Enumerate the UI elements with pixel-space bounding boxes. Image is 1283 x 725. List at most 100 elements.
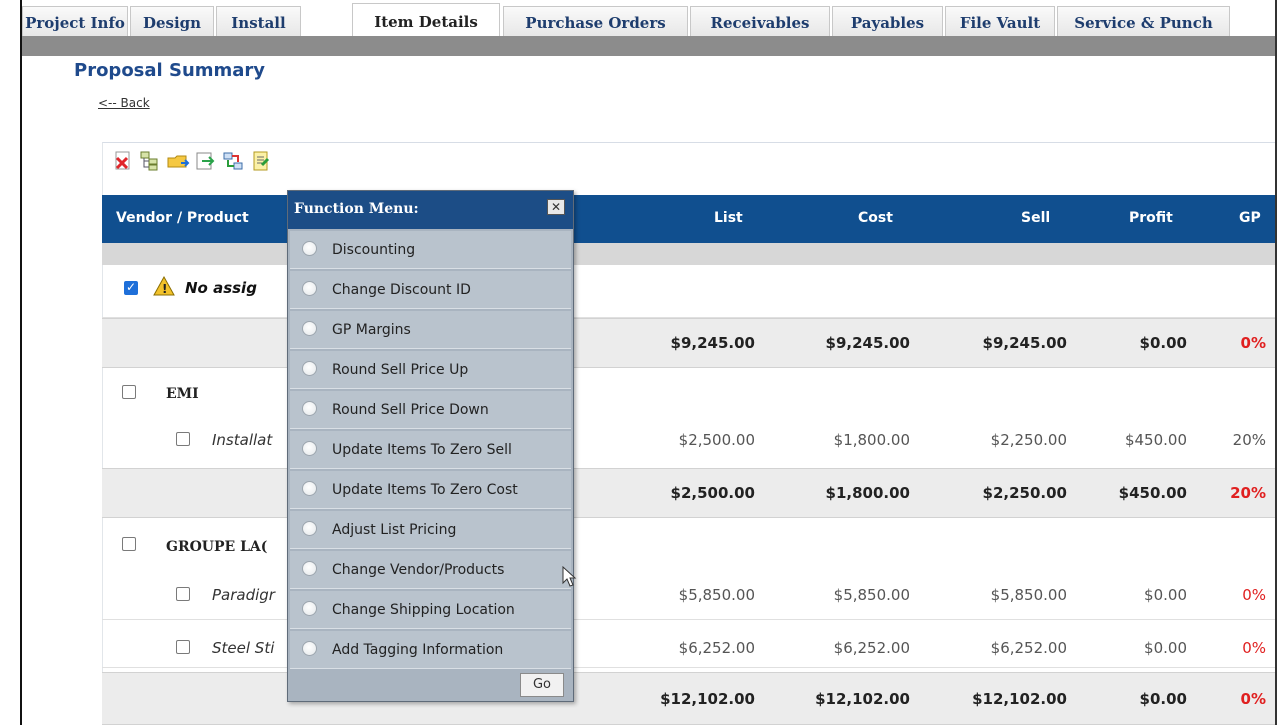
radio-button[interactable]: [302, 601, 317, 616]
no-assignment-label: No assig: [185, 279, 257, 297]
total-sell: $2,250.00: [982, 484, 1067, 502]
tab-payables[interactable]: Payables: [832, 6, 943, 38]
total-list: $9,245.00: [670, 334, 755, 352]
folder-icon[interactable]: [166, 150, 190, 172]
total-cost: $1,800.00: [825, 484, 910, 502]
menu-option-gp-margins[interactable]: GP Margins: [290, 311, 571, 349]
tree-icon[interactable]: [138, 150, 160, 172]
no-assignment-checkbox[interactable]: [124, 280, 138, 295]
go-button[interactable]: Go: [520, 673, 564, 697]
vendor-checkbox[interactable]: [122, 385, 136, 399]
menu-option-discounting[interactable]: Discounting: [290, 231, 571, 269]
total-profit: $0.00: [1139, 690, 1187, 708]
item-cost: $5,850.00: [833, 586, 910, 604]
total-sell: $12,102.00: [972, 690, 1067, 708]
item-sell: $5,850.00: [990, 586, 1067, 604]
tab-file-vault[interactable]: File Vault: [945, 6, 1055, 38]
radio-button[interactable]: [302, 641, 317, 656]
menu-option-zero-cost[interactable]: Update Items To Zero Cost: [290, 471, 571, 509]
menu-option-label: Discounting: [332, 242, 416, 258]
tab-purchase-orders[interactable]: Purchase Orders: [503, 6, 688, 38]
item-list: $2,500.00: [678, 431, 755, 449]
item-checkbox[interactable]: [176, 640, 190, 654]
back-link[interactable]: <-- Back: [98, 96, 150, 110]
radio-button[interactable]: [302, 241, 317, 256]
item-sell: $6,252.00: [990, 639, 1067, 657]
tab-project-info[interactable]: Project Info: [22, 6, 128, 38]
menu-option-change-shipping[interactable]: Change Shipping Location: [290, 591, 571, 629]
table-header: Vendor / Product List Cost Sell Profit G…: [102, 195, 1275, 243]
radio-button[interactable]: [302, 321, 317, 336]
total-cost: $9,245.00: [825, 334, 910, 352]
column-header-list[interactable]: List: [714, 210, 743, 226]
function-menu-title: Function Menu:: [288, 191, 573, 229]
item-profit: $0.00: [1144, 639, 1187, 657]
item-profit: $450.00: [1124, 431, 1187, 449]
delete-icon[interactable]: [112, 150, 134, 172]
menu-option-label: Adjust List Pricing: [332, 522, 457, 538]
report-icon[interactable]: [250, 150, 272, 172]
tab-underline-bar: [22, 36, 1275, 56]
item-cost: $1,800.00: [833, 431, 910, 449]
warning-icon: !: [153, 275, 175, 298]
mouse-cursor-icon: [562, 565, 578, 588]
total-cost: $12,102.00: [815, 690, 910, 708]
menu-option-label: Round Sell Price Down: [332, 402, 489, 418]
menu-option-change-vendor[interactable]: Change Vendor/Products: [290, 551, 571, 589]
item-list: $5,850.00: [678, 586, 755, 604]
menu-option-label: Update Items To Zero Cost: [332, 482, 518, 498]
menu-option-adjust-list[interactable]: Adjust List Pricing: [290, 511, 571, 549]
menu-option-label: Update Items To Zero Sell: [332, 442, 512, 458]
window-frame-right: [1275, 0, 1277, 725]
column-header-profit[interactable]: Profit: [1129, 210, 1173, 226]
radio-button[interactable]: [302, 521, 317, 536]
menu-option-change-discount-id[interactable]: Change Discount ID: [290, 271, 571, 309]
item-name: Steel Sti: [212, 639, 275, 657]
radio-button[interactable]: [302, 481, 317, 496]
page-title: Proposal Summary: [74, 60, 266, 81]
radio-button[interactable]: [302, 561, 317, 576]
column-header-sell[interactable]: Sell: [1021, 210, 1050, 226]
total-gp: 0%: [1240, 334, 1266, 352]
radio-button[interactable]: [302, 361, 317, 376]
item-profit: $0.00: [1144, 586, 1187, 604]
menu-option-label: GP Margins: [332, 322, 411, 338]
tab-bar: Project Info Design Install Item Details…: [22, 3, 1275, 39]
tab-receivables[interactable]: Receivables: [690, 6, 830, 38]
item-gp: 20%: [1232, 431, 1266, 449]
column-header-gp[interactable]: GP: [1239, 210, 1261, 226]
tab-item-details[interactable]: Item Details: [352, 3, 500, 39]
radio-button[interactable]: [302, 441, 317, 456]
table-subheader: [102, 243, 1275, 265]
tab-design[interactable]: Design: [130, 6, 214, 38]
menu-option-add-tagging[interactable]: Add Tagging Information: [290, 631, 571, 669]
close-icon[interactable]: ✕: [547, 199, 565, 215]
tab-service-punch[interactable]: Service & Punch: [1057, 6, 1230, 38]
menu-option-label: Add Tagging Information: [332, 642, 504, 658]
column-header-vendor-product[interactable]: Vendor / Product: [116, 210, 249, 226]
vendor-name: GROUPE LA(: [166, 539, 268, 555]
item-checkbox[interactable]: [176, 587, 190, 601]
item-gp: 0%: [1242, 586, 1266, 604]
item-list: $6,252.00: [678, 639, 755, 657]
radio-button[interactable]: [302, 401, 317, 416]
menu-option-round-sell-up[interactable]: Round Sell Price Up: [290, 351, 571, 389]
export-icon[interactable]: [194, 150, 216, 172]
function-menu: Function Menu: ✕ Discounting Change Disc…: [287, 190, 574, 702]
vendor-checkbox[interactable]: [122, 537, 136, 551]
tab-install[interactable]: Install: [216, 6, 301, 38]
total-list: $2,500.00: [670, 484, 755, 502]
menu-option-zero-sell[interactable]: Update Items To Zero Sell: [290, 431, 571, 469]
column-header-cost[interactable]: Cost: [858, 210, 893, 226]
menu-option-label: Change Discount ID: [332, 282, 471, 298]
total-sell: $9,245.00: [982, 334, 1067, 352]
vendor-name: EMI: [166, 386, 199, 402]
menu-option-round-sell-down[interactable]: Round Sell Price Down: [290, 391, 571, 429]
item-sell: $2,250.00: [990, 431, 1067, 449]
item-checkbox[interactable]: [176, 432, 190, 446]
radio-button[interactable]: [302, 281, 317, 296]
item-gp: 0%: [1242, 639, 1266, 657]
transfer-icon[interactable]: [222, 150, 244, 172]
total-profit: $0.00: [1139, 334, 1187, 352]
svg-text:!: !: [162, 282, 167, 296]
